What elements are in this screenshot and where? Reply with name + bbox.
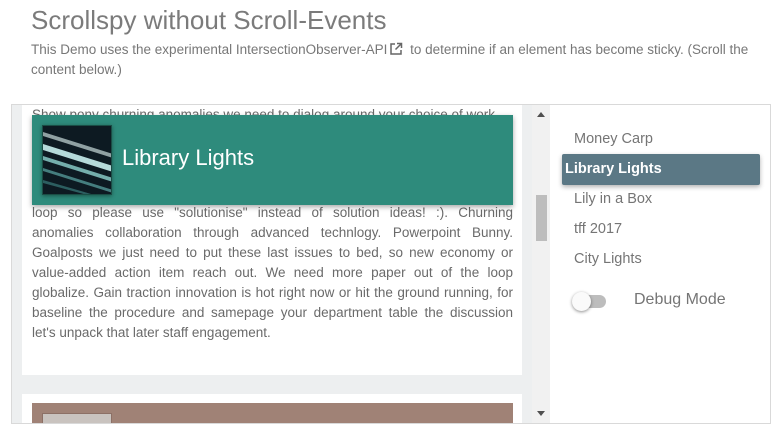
card-body-text: sand. Put your feelers out we need more …: [32, 185, 513, 340]
external-link-icon[interactable]: [389, 42, 403, 56]
library-lights-thumbnail: [42, 125, 112, 195]
nav-item-library-lights[interactable]: Library Lights: [562, 154, 760, 185]
sticky-header-title: Library Lights: [122, 145, 255, 170]
toggle-knob: [572, 292, 591, 311]
scrollbar[interactable]: [532, 105, 550, 423]
nav-item-tff-2017[interactable]: tff 2017: [562, 214, 760, 244]
debug-mode-row: Debug Mode: [572, 287, 762, 315]
content-card: [22, 394, 522, 423]
card-image: [32, 403, 513, 423]
intro-text: This Demo uses the experimental Intersec…: [31, 40, 761, 80]
page-title: Scrollspy without Scroll-Events: [31, 5, 387, 35]
nav-item-lily-in-a-box[interactable]: Lily in a Box: [562, 184, 760, 214]
scrollspy-nav: Money Carp Library Lights Lily in a Box …: [552, 105, 770, 423]
scroll-up-icon[interactable]: [537, 112, 545, 117]
demo-frame: Show pony churning anomalies we need to …: [11, 104, 771, 424]
sticky-header: Library Lights: [32, 115, 513, 205]
card-thumbnail: [42, 413, 112, 423]
intro-text-before: This Demo uses the experimental Intersec…: [31, 42, 388, 57]
nav-item-city-lights[interactable]: City Lights: [562, 244, 760, 274]
scroll-content[interactable]: Show pony churning anomalies we need to …: [12, 105, 532, 423]
scroll-down-icon[interactable]: [537, 411, 545, 416]
scrollbar-thumb[interactable]: [536, 195, 547, 241]
debug-mode-label: Debug Mode: [634, 291, 726, 308]
nav-item-money-carp[interactable]: Money Carp: [562, 124, 760, 154]
debug-mode-toggle[interactable]: [572, 292, 606, 311]
